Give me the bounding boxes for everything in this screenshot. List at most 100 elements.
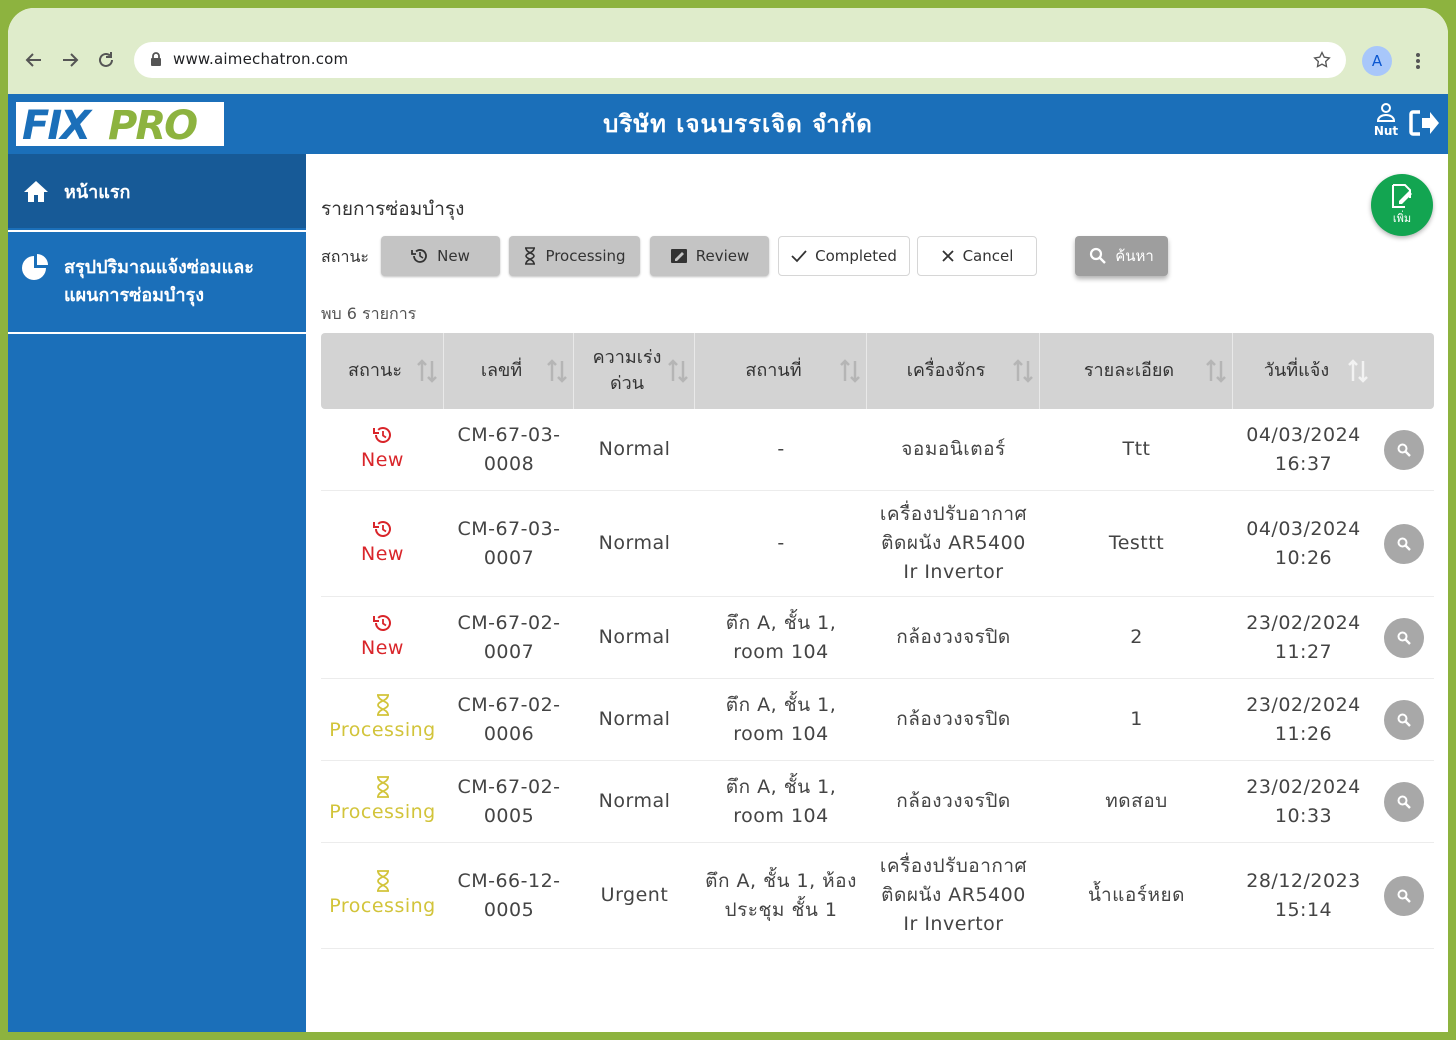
request-number-line2: 0007: [483, 640, 535, 663]
back-icon[interactable]: [20, 46, 48, 74]
table-row[interactable]: Processing CM-67-02- 0005 Normal ตึก A, ชั้น…: [321, 761, 1434, 843]
status-cell: Processing: [321, 843, 444, 948]
filter-completed-button[interactable]: Completed: [778, 236, 910, 276]
detail-cell: Ttt: [1040, 409, 1233, 490]
date-text: 04/03/2024: [1246, 517, 1361, 540]
search-icon: [1397, 443, 1411, 457]
table-row[interactable]: Processing CM-67-02- 0006 Normal ตึก A, ชั้น…: [321, 679, 1434, 761]
location-cell: -: [695, 409, 867, 490]
view-details-button[interactable]: [1384, 781, 1424, 822]
close-icon: [941, 250, 954, 262]
column-label-line1: ความเร่ง: [592, 347, 662, 368]
search-icon: [1397, 795, 1411, 809]
table-row[interactable]: New CM-67-02- 0007 Normal ตึก A, ชั้น 1, room…: [321, 597, 1434, 679]
add-button[interactable]: เพิ่ม: [1371, 174, 1433, 236]
status-cell: New: [321, 597, 444, 678]
time-text: 15:14: [1274, 898, 1333, 921]
status-text: New: [361, 449, 404, 471]
date-text: 23/02/2024: [1246, 611, 1361, 634]
column-header-machine[interactable]: เครื่องจักร: [867, 333, 1040, 409]
urgency-cell: Normal: [574, 597, 695, 678]
fixpro-logo[interactable]: FIX PRO: [16, 102, 224, 149]
bookmark-star-icon[interactable]: [1312, 50, 1332, 74]
reload-icon[interactable]: [92, 46, 120, 74]
sort-icon[interactable]: [417, 359, 437, 391]
location-line1: -: [777, 438, 785, 460]
view-details-button[interactable]: [1384, 699, 1424, 740]
column-label: สถานะ: [348, 360, 402, 381]
column-header-status[interactable]: สถานะ: [321, 333, 444, 409]
time-text: 10:26: [1274, 546, 1333, 569]
column-header-urgency[interactable]: ความเร่ง ด่วน: [574, 333, 695, 409]
sort-icon[interactable]: [840, 359, 860, 391]
filter-cancel-button[interactable]: Cancel: [917, 236, 1037, 276]
sort-icon[interactable]: [668, 359, 688, 391]
detail-cell: 1: [1040, 679, 1233, 760]
time-text: 16:37: [1274, 452, 1333, 475]
column-header-location[interactable]: สถานที่: [695, 333, 867, 409]
location-line2: ประชุม ชั้น 1: [724, 898, 838, 921]
address-bar[interactable]: www.aimechatron.com: [134, 42, 1346, 78]
svg-text:PRO: PRO: [108, 103, 197, 146]
table-header: สถานะ เลขที่ ความเร่ง ด่วน สถานที่ เครื่…: [321, 333, 1434, 409]
sort-desc-icon[interactable]: [1348, 359, 1368, 391]
search-icon: [1397, 631, 1411, 645]
machine-cell: กล้องวงจรปิด: [867, 761, 1040, 842]
date-cell: 23/02/2024 10:33: [1233, 761, 1374, 842]
column-header-detail[interactable]: รายละเอียด: [1040, 333, 1233, 409]
time-text: 11:26: [1274, 722, 1333, 745]
urgency-text: Normal: [598, 790, 671, 812]
urgency-text: Urgent: [600, 884, 669, 906]
filter-review-button[interactable]: Review: [650, 236, 769, 276]
filter-review-label: Review: [695, 247, 750, 265]
request-number-cell: CM-67-02- 0006: [444, 679, 574, 760]
sort-icon[interactable]: [1206, 359, 1226, 391]
logout-icon[interactable]: [1408, 108, 1440, 142]
request-number-line1: CM-66-12-: [457, 869, 561, 892]
sidebar-item-summary[interactable]: สรุปปริมาณแจ้งซ่อมและ แผนการซ่อมบำรุง: [8, 230, 306, 334]
action-cell: [1374, 409, 1434, 490]
sidebar-item-home[interactable]: หน้าแรก: [8, 154, 306, 228]
machine-line2: ติดผนัง AR5400: [881, 884, 1026, 906]
user-name: Nut: [1373, 124, 1399, 138]
table-row[interactable]: New CM-67-03- 0008 Normal - จอมอนิเตอร์ Ttt 04/…: [321, 409, 1434, 491]
forward-icon[interactable]: [56, 46, 84, 74]
column-header-date[interactable]: วันที่แจ้ง: [1233, 333, 1374, 409]
view-details-button[interactable]: [1384, 523, 1424, 564]
status-cell: Processing: [321, 761, 444, 842]
filter-new-label: New: [437, 247, 470, 265]
date-cell: 28/12/2023 15:14: [1233, 843, 1374, 948]
filter-completed-label: Completed: [815, 247, 897, 265]
request-number-cell: CM-66-12- 0005: [444, 843, 574, 948]
hourglass-icon: [375, 694, 391, 716]
location-cell: ตึก A, ชั้น 1, ห้อง ประชุม ชั้น 1: [695, 843, 867, 948]
sort-icon[interactable]: [547, 359, 567, 391]
column-header-number[interactable]: เลขที่: [444, 333, 574, 409]
view-details-button[interactable]: [1384, 429, 1424, 470]
machine-cell: กล้องวงจรปิด: [867, 597, 1040, 678]
table-row[interactable]: Processing CM-66-12- 0005 Urgent ตึก A, ชั้น…: [321, 843, 1434, 949]
filter-new-button[interactable]: New: [381, 236, 500, 276]
profile-avatar[interactable]: A: [1362, 46, 1392, 76]
filter-processing-button[interactable]: Processing: [509, 236, 640, 276]
table-row[interactable]: New CM-67-03- 0007 Normal - เครื่องปรับอากาศต…: [321, 491, 1434, 597]
request-number-line1: CM-67-02-: [457, 611, 561, 634]
result-count: พบ 6 รายการ: [321, 304, 417, 323]
sort-icon[interactable]: [1013, 359, 1033, 391]
date-text: 23/02/2024: [1246, 693, 1361, 716]
view-details-button[interactable]: [1384, 875, 1424, 916]
user-menu[interactable]: Nut: [1368, 102, 1404, 146]
history-icon: [372, 424, 394, 446]
column-label: รายละเอียด: [1083, 360, 1175, 381]
view-details-button[interactable]: [1384, 617, 1424, 658]
machine-line2: ติดผนัง AR5400: [881, 532, 1026, 554]
hourglass-icon: [375, 776, 391, 798]
date-text: 23/02/2024: [1246, 775, 1361, 798]
action-cell: [1374, 679, 1434, 760]
browser-menu-icon[interactable]: [1408, 48, 1428, 74]
column-header-action: [1374, 333, 1434, 409]
search-button[interactable]: ค้นหา: [1075, 236, 1168, 276]
location-line1: -: [777, 532, 785, 554]
machine-line1: เครื่องปรับอากาศ: [879, 855, 1028, 877]
detail-text: Ttt: [1122, 438, 1151, 460]
